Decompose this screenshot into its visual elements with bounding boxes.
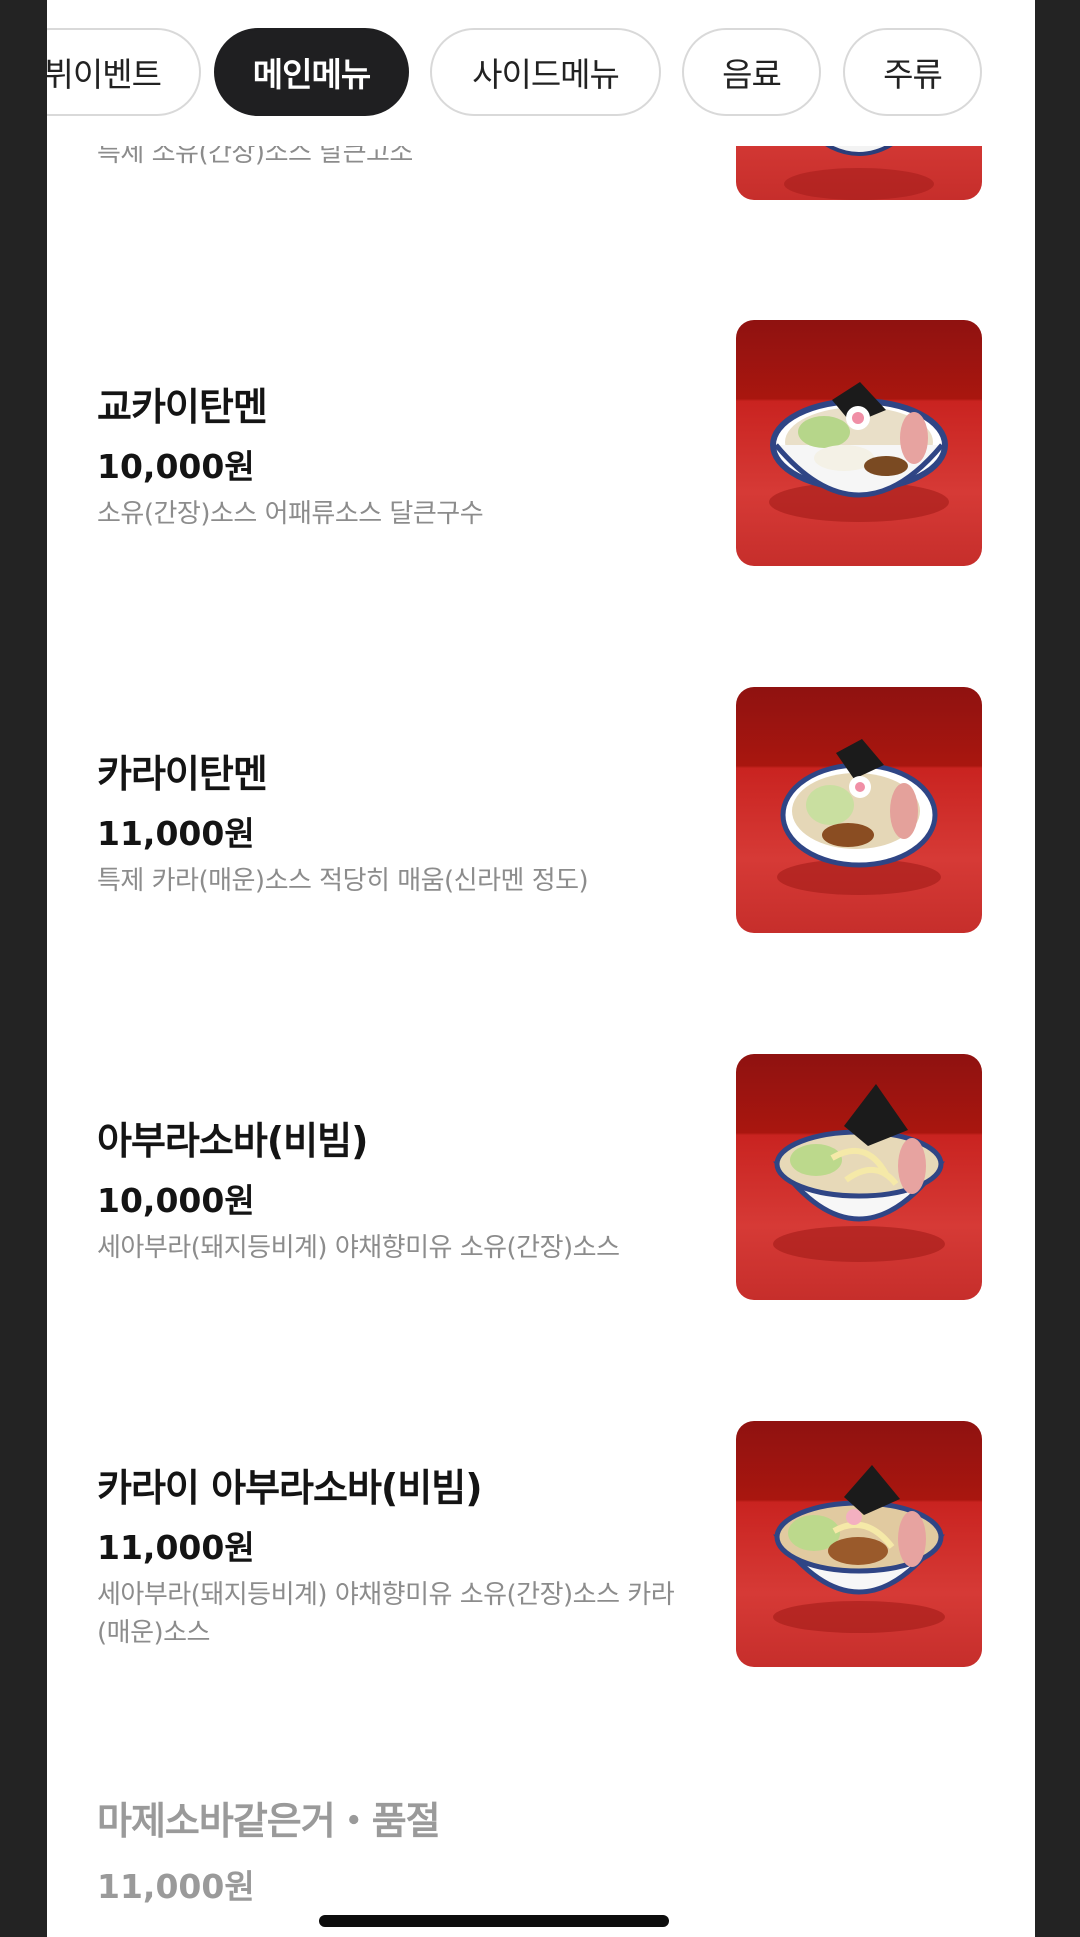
tab-side-menu[interactable]: 사이드메뉴	[430, 28, 661, 116]
menu-item[interactable]: 카라이탄멘 11,000원 특제 카라(매운)소스 적당히 매움(신라멘 정도)	[47, 687, 1035, 937]
ramen-bowl-image	[773, 1465, 945, 1633]
item-name: 카라이탄멘	[97, 752, 268, 796]
item-description: 특제 카라(매운)소스 적당히 매움(신라멘 정도)	[97, 866, 589, 896]
tab-label: 음료	[722, 55, 782, 94]
menu-item[interactable]: 교카이탄멘 10,000원 소유(간장)소스 어패류소스 달큰구수	[47, 320, 1035, 570]
menu-item-sold-out[interactable]: 마제소바같은거・품절 11,000원	[47, 1760, 1035, 1937]
item-price: 10,000원	[97, 1181, 255, 1220]
item-name: 아부라소바(비빔)	[97, 1119, 368, 1163]
item-name: 마제소바같은거・품절	[97, 1799, 441, 1843]
menu-item[interactable]: 아부라소바(비빔) 10,000원 세아부라(돼지등비계) 야채향미유 소유(간…	[47, 1054, 1035, 1304]
item-price: 11,000원	[97, 814, 255, 853]
item-name: 카라이 아부라소바(비빔)	[97, 1466, 483, 1510]
tab-label: 뷔이벤트	[47, 55, 162, 94]
item-price: 10,000원	[97, 447, 255, 486]
tab-label: 주류	[883, 55, 943, 94]
ramen-bowl-image	[773, 1084, 945, 1262]
item-thumbnail	[736, 320, 982, 566]
ramen-bowl-image	[777, 739, 941, 895]
item-description: 세아부라(돼지등비계) 야채향미유 소유(간장)소스	[97, 1233, 620, 1263]
tab-event[interactable]: 뷔이벤트	[47, 28, 201, 116]
home-indicator[interactable]	[319, 1915, 669, 1927]
item-price: 11,000원	[97, 1528, 255, 1567]
tab-liquor[interactable]: 주류	[843, 28, 982, 116]
item-thumbnail	[736, 1054, 982, 1300]
item-price: 11,000원	[97, 1867, 255, 1906]
item-description: 소유(간장)소스 어패류소스 달큰구수	[97, 499, 484, 529]
item-thumbnail	[736, 687, 982, 933]
tab-label: 사이드메뉴	[472, 55, 620, 94]
item-thumbnail	[736, 1421, 982, 1667]
menu-item[interactable]: 카라이 아부라소바(비빔) 11,000원 세아부라(돼지등비계) 야채향미유 …	[47, 1421, 1035, 1711]
item-description: 세아부라(돼지등비계) 야채향미유 소유(간장)소스 카라(매운)소스	[97, 1580, 675, 1648]
menu-screen: 뷔이벤트 메인메뉴 사이드메뉴 음료 주류 특제 소유(간장)소스 달큰고소 교…	[47, 0, 1035, 1937]
tab-main-menu[interactable]: 메인메뉴	[214, 28, 409, 116]
item-name: 교카이탄멘	[97, 385, 268, 429]
category-tab-bar[interactable]: 뷔이벤트 메인메뉴 사이드메뉴 음료 주류	[47, 0, 1035, 146]
tab-label: 메인메뉴	[252, 55, 371, 94]
tab-drinks[interactable]: 음료	[682, 28, 821, 116]
ramen-bowl-image	[769, 382, 949, 522]
